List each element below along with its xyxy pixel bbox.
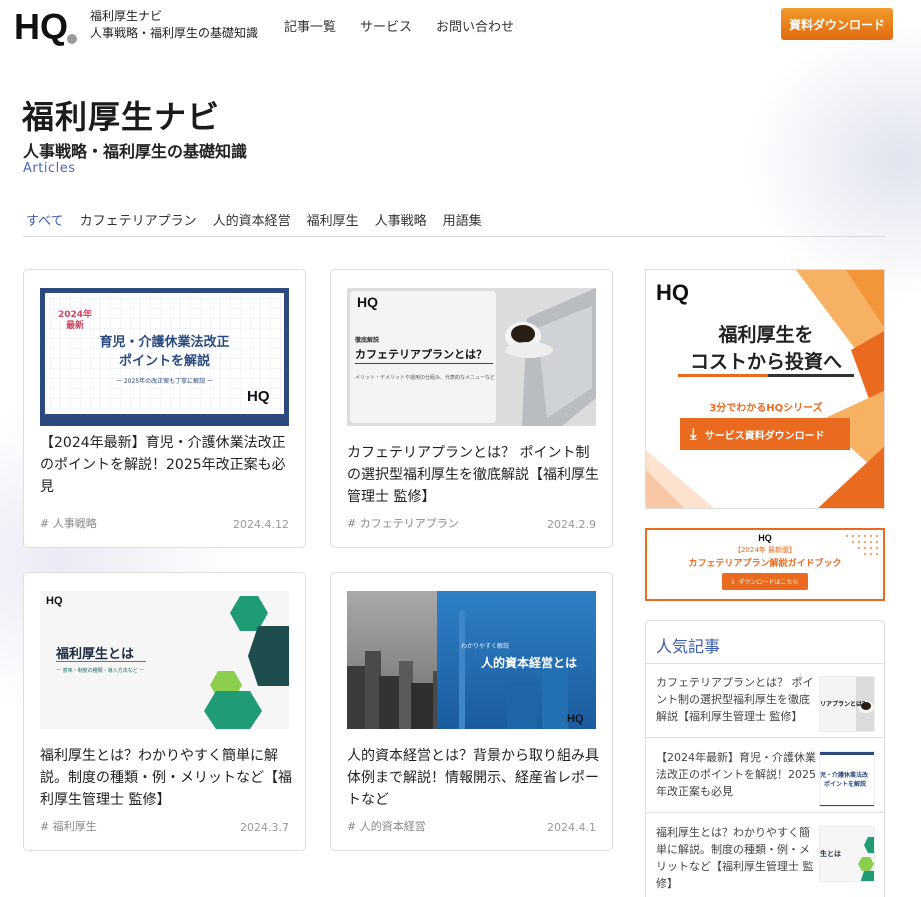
article-thumbnail[interactable]: 2024年 最新 育児・介護休業法改正 ポイントを解説 ー 2025年の改正案も… xyxy=(40,288,289,426)
article-thumbnail[interactable]: HQ 福利厚生とは ー 意味・制度の種類・導入方法など ー xyxy=(40,591,289,729)
tab-cafeteria-plan[interactable]: カフェテリアプラン xyxy=(80,210,197,229)
article-title[interactable]: 【2024年最新】育児・介護休業法改正のポイントを解説！2025年改正案も必見 xyxy=(40,432,292,498)
site-header: HQ 福利厚生ナビ 人事戦略・福利厚生の基礎知識 記事一覧 サービス お問い合わ… xyxy=(0,0,921,52)
article-date: 2024.2.9 xyxy=(547,518,596,531)
article-card[interactable]: HQ 徹底解説 カフェテリアプランとは？ メリット・デメリットや運用の仕組み、代… xyxy=(330,269,613,548)
thumb-caption: ー 2025年の改正案も丁寧に解説 ー xyxy=(115,378,214,385)
tab-all[interactable]: すべて xyxy=(26,210,64,229)
nav-contact[interactable]: お問い合わせ xyxy=(436,16,514,35)
thumb-kicker: 徹底解説 xyxy=(355,337,380,344)
hq-logo[interactable]: HQ xyxy=(14,6,80,46)
popular-item-title[interactable]: 福利厚生とは？わかりやすく簡単に解説。制度の種類・例・メリットなど【福利厚生管理… xyxy=(656,824,816,892)
guide-button-label: ダウンロードはこちら xyxy=(738,579,799,586)
nav-services[interactable]: サービス xyxy=(360,16,412,35)
page-title: 福利厚生ナビ xyxy=(22,98,221,136)
service-banner[interactable]: HQ 福利厚生を コストから投資へ 3分でわかるHQシリーズ ⤓ サービス資料ダ… xyxy=(645,269,885,509)
tab-glossary[interactable]: 用語集 xyxy=(443,210,482,229)
guide-title: カフェテリアプラン解説ガイドブック xyxy=(688,559,842,569)
popular-thumb-text: リアプランとは？ xyxy=(820,701,869,708)
thumb-logo: HQ xyxy=(567,713,584,725)
thumb-heading: 育児・介護休業法改正 ポイントを解説 xyxy=(99,335,230,369)
guide-edition: 【2024年 最新版】 xyxy=(733,546,797,554)
popular-item-thumbnail[interactable]: リアプランとは？ xyxy=(819,676,875,732)
thumb-rule xyxy=(56,661,146,662)
nav-articles[interactable]: 記事一覧 xyxy=(284,16,336,35)
tab-divider xyxy=(23,236,885,237)
thumb-heading: カフェテリアプランとは？ xyxy=(355,348,487,361)
thumb-caption: メリット・デメリットや運用の仕組み、代表的なメニューなど xyxy=(355,375,496,381)
banner-line1: 福利厚生を xyxy=(718,324,814,346)
popular-articles: 人気記事 カフェテリアプランとは？ ポイント制の選択型福利厚生を徹底解説【福利厚… xyxy=(645,620,885,897)
guide-logo: HQ xyxy=(758,533,772,543)
category-tabs: すべて カフェテリアプラン 人的資本経営 福利厚生 人事戦略 用語集 xyxy=(26,210,482,229)
page-subtitle: 人事戦略・福利厚生の基礎知識 xyxy=(23,142,248,161)
banner-line2: コストから投資へ xyxy=(689,351,842,373)
svg-text:HQ: HQ xyxy=(14,6,68,46)
download-icon: ⤓ xyxy=(731,577,735,585)
site-tagline: 人事戦略・福利厚生の基礎知識 xyxy=(90,26,259,40)
thumb-caption: ー 意味・制度の種類・導入方法など ー xyxy=(56,668,145,674)
article-date: 2024.4.12 xyxy=(233,518,289,531)
thumb-rule xyxy=(355,363,493,364)
article-tag[interactable]: # 人的資本経営 xyxy=(347,818,426,834)
article-thumbnail[interactable]: HQ 徹底解説 カフェテリアプランとは？ メリット・デメリットや運用の仕組み、代… xyxy=(347,288,596,426)
article-tag[interactable]: # 福利厚生 xyxy=(40,818,97,834)
thumb-heading: 福利厚生とは xyxy=(56,647,135,662)
thumb-logo: HQ xyxy=(247,388,270,405)
banner-logo: HQ xyxy=(656,280,689,305)
thumb-kicker: わかりやすく解説 xyxy=(461,643,510,650)
popular-item-thumbnail[interactable]: 児・介護休業法改 ポイントを解説 xyxy=(819,751,875,807)
tab-welfare[interactable]: 福利厚生 xyxy=(307,210,359,229)
article-card[interactable]: 2024年 最新 育児・介護休業法改正 ポイントを解説 ー 2025年の改正案も… xyxy=(23,269,306,548)
banner-button-label: サービス資料ダウンロード xyxy=(704,430,825,442)
article-card[interactable]: わかりやすく解説 人的資本経営とは HQ 人的資本経営とは？背景から取り組み具体… xyxy=(330,572,613,851)
download-button[interactable]: 資料ダウンロード xyxy=(781,8,893,40)
popular-thumb-text: 生とは xyxy=(820,850,841,858)
popular-item[interactable]: カフェテリアプランとは？ ポイント制の選択型福利厚生を徹底解説【福利厚生管理士 … xyxy=(646,664,884,738)
thumb-badge: 2024年 最新 xyxy=(58,310,93,331)
popular-item[interactable]: 【2024年最新】育児・介護休業法改正のポイントを解説！2025年改正案も必見 … xyxy=(646,739,884,813)
article-tag[interactable]: # 人事戦略 xyxy=(40,515,97,531)
download-icon: ⤓ xyxy=(690,424,697,443)
thumb-logo: HQ xyxy=(357,294,378,310)
articles-label: Articles xyxy=(23,161,76,176)
popular-heading: 人気記事 xyxy=(656,637,721,656)
popular-item-title[interactable]: 【2024年最新】育児・介護休業法改正のポイントを解説！2025年改正案も必見 xyxy=(656,749,816,800)
popular-thumb-text: ポイントを解説 xyxy=(824,781,867,788)
tab-human-capital[interactable]: 人的資本経営 xyxy=(213,210,291,229)
guidebook-banner[interactable]: HQ 【2024年 最新版】 カフェテリアプラン解説ガイドブック ⤓ ダウンロー… xyxy=(645,528,885,601)
thumb-logo: HQ xyxy=(46,595,63,607)
popular-thumb-text: 児・介護休業法改 xyxy=(820,772,869,779)
main-nav: 記事一覧 サービス お問い合わせ xyxy=(284,16,514,35)
article-thumbnail[interactable]: わかりやすく解説 人的資本経営とは HQ xyxy=(347,591,596,729)
banner-sub: 3分でわかるHQシリーズ xyxy=(709,403,823,414)
article-card[interactable]: HQ 福利厚生とは ー 意味・制度の種類・導入方法など ー 福利厚生とは？わかり… xyxy=(23,572,306,851)
guide-download-button[interactable]: ⤓ ダウンロードはこちら xyxy=(722,573,808,590)
banner-download-button[interactable]: ⤓ サービス資料ダウンロード xyxy=(680,418,850,450)
popular-item-title[interactable]: カフェテリアプランとは？ ポイント制の選択型福利厚生を徹底解説【福利厚生管理士 … xyxy=(656,674,816,725)
popular-item-thumbnail[interactable]: 生とは xyxy=(819,826,875,882)
article-title[interactable]: 福利厚生とは？わかりやすく簡単に解説。制度の種類・例・メリットなど【福利厚生管理… xyxy=(40,745,292,811)
article-date: 2024.4.1 xyxy=(547,821,596,834)
article-title[interactable]: カフェテリアプランとは？ ポイント制の選択型福利厚生を徹底解説【福利厚生管理士 … xyxy=(347,442,599,508)
article-date: 2024.3.7 xyxy=(240,821,289,834)
thumb-heading: 人的資本経営とは xyxy=(481,656,578,670)
popular-item[interactable]: 福利厚生とは？わかりやすく簡単に解説。制度の種類・例・メリットなど【福利厚生管理… xyxy=(646,814,884,890)
site-name-block[interactable]: 福利厚生ナビ 人事戦略・福利厚生の基礎知識 xyxy=(90,8,258,42)
site-name: 福利厚生ナビ xyxy=(90,9,163,23)
article-tag[interactable]: # カフェテリアプラン xyxy=(347,515,459,531)
tab-hr-strategy[interactable]: 人事戦略 xyxy=(375,210,427,229)
article-title[interactable]: 人的資本経営とは？背景から取り組み具体例まで解説！情報開示、経産省レポートなど xyxy=(347,745,599,811)
